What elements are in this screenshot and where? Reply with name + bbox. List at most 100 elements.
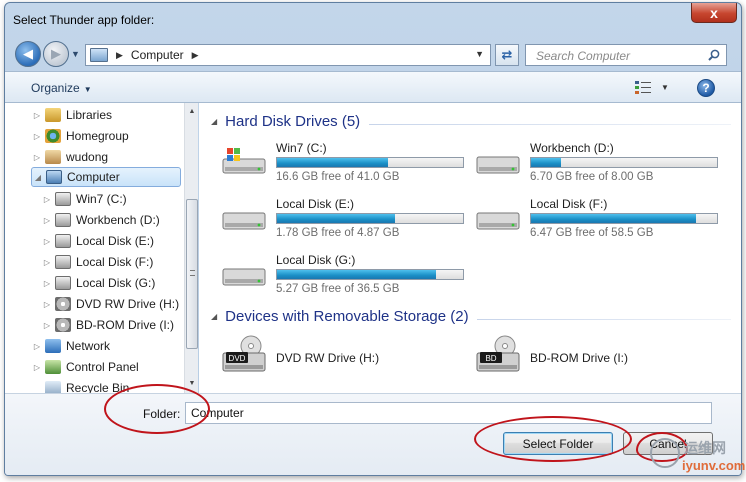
tree-item-homegroup[interactable]: ▷ Homegroup <box>31 126 129 146</box>
collapse-arrow-icon[interactable]: ◢ <box>32 173 44 182</box>
tree-item-bd-rom-i[interactable]: ▷ BD-ROM Drive (I:) <box>41 315 174 335</box>
expand-arrow-icon[interactable]: ▷ <box>41 237 53 246</box>
breadcrumb-separator-icon[interactable]: ▶ <box>116 50 123 61</box>
expand-arrow-icon[interactable]: ▷ <box>31 111 43 120</box>
drive-tile-local-disk-g[interactable]: Local Disk (G:) 5.27 GB free of 36.5 GB <box>221 251 471 301</box>
tree-item-label: Recycle Bin <box>66 381 130 393</box>
group-header-removable-storage[interactable]: ◢ Devices with Removable Storage (2) <box>211 308 469 325</box>
drive-icon <box>55 192 71 206</box>
group-header-label: Devices with Removable Storage (2) <box>225 308 469 325</box>
group-header-hard-disks[interactable]: ◢ Hard Disk Drives (5) <box>211 113 360 130</box>
dvd-drive-icon <box>55 297 71 311</box>
libraries-icon <box>45 108 61 122</box>
drive-tile-workbench-d[interactable]: Workbench (D:) 6.70 GB free of 8.00 GB <box>475 139 725 189</box>
scroll-thumb[interactable] <box>186 199 198 349</box>
tree-item-wudong[interactable]: ▷ wudong <box>31 147 108 167</box>
close-button[interactable]: x <box>691 3 737 23</box>
network-icon <box>45 339 61 353</box>
help-icon[interactable]: ? <box>697 79 715 97</box>
tree-item-local-disk-f[interactable]: ▷ Local Disk (F:) <box>41 252 153 272</box>
tree-item-label: DVD RW Drive (H:) <box>76 297 180 311</box>
navigation-pane: ▷ Libraries ▷ Homegroup ▷ wudong ◢ Computer … <box>5 103 198 393</box>
folder-field[interactable] <box>185 402 712 424</box>
drive-usage-bar <box>276 157 464 168</box>
expand-arrow-icon[interactable]: ▷ <box>31 342 43 351</box>
collapse-group-icon[interactable]: ◢ <box>211 312 217 321</box>
tree-item-label: Homegroup <box>66 129 129 143</box>
recent-pages-dropdown[interactable]: ▼ <box>71 49 80 59</box>
organize-label: Organize <box>31 81 80 95</box>
command-bar: Organize ▼ ▼ ? <box>5 71 741 103</box>
tree-item-libraries[interactable]: ▷ Libraries <box>31 105 112 125</box>
breadcrumb-separator-icon[interactable]: ▶ <box>192 50 199 61</box>
tree-item-computer[interactable]: ◢ Computer <box>31 167 181 187</box>
expand-arrow-icon[interactable]: ▷ <box>41 300 53 309</box>
drive-usage-bar <box>276 269 464 280</box>
expand-arrow-icon[interactable]: ▷ <box>41 279 53 288</box>
expand-arrow-icon[interactable]: ▷ <box>31 153 43 162</box>
tree-item-control-panel[interactable]: ▷ Control Panel <box>31 357 139 377</box>
drive-tile-local-disk-e[interactable]: Local Disk (E:) 1.78 GB free of 4.87 GB <box>221 195 471 245</box>
tree-item-recycle-bin[interactable]: Recycle Bin <box>31 378 129 393</box>
tree-item-workbench-d[interactable]: ▷ Workbench (D:) <box>41 210 160 230</box>
drive-icon <box>55 255 71 269</box>
control-panel-icon <box>45 360 61 374</box>
expand-arrow-icon[interactable]: ▷ <box>41 195 53 204</box>
back-button[interactable]: ◀ <box>15 41 41 67</box>
user-folder-icon <box>45 150 61 164</box>
drive-name: DVD RW Drive (H:) <box>276 351 380 365</box>
change-view-icon[interactable] <box>635 81 651 95</box>
homegroup-icon <box>45 129 61 143</box>
drive-icon <box>55 234 71 248</box>
tree-item-label: Control Panel <box>66 360 139 374</box>
drive-icon <box>476 156 520 174</box>
drive-tile-dvd-rw-h[interactable]: DVD DVD RW Drive (H:) <box>221 335 471 379</box>
expand-arrow-icon[interactable]: ▷ <box>41 216 53 225</box>
breadcrumb-computer[interactable]: Computer <box>131 48 184 62</box>
tree-item-win7-c[interactable]: ▷ Win7 (C:) <box>41 189 127 209</box>
drive-icon <box>222 268 266 286</box>
tree-item-label: Network <box>66 339 111 353</box>
forward-button[interactable]: ▶ <box>43 41 69 67</box>
collapse-group-icon[interactable]: ◢ <box>211 117 217 126</box>
views-dropdown-icon[interactable]: ▼ <box>661 83 669 92</box>
drive-tile-bd-rom-i[interactable]: BD BD-ROM Drive (I:) <box>475 335 725 379</box>
expand-arrow-icon[interactable]: ▷ <box>31 132 43 141</box>
scroll-up-icon[interactable]: ▲ <box>186 105 198 119</box>
expand-arrow-icon[interactable]: ▷ <box>31 363 43 372</box>
scroll-down-icon[interactable]: ▼ <box>186 377 198 391</box>
address-bar[interactable]: ▶ Computer ▶ ▼ <box>85 44 491 66</box>
address-dropdown-icon[interactable]: ▼ <box>475 49 484 59</box>
tree-item-label: Local Disk (G:) <box>76 276 156 290</box>
tree-item-local-disk-e[interactable]: ▷ Local Disk (E:) <box>41 231 154 251</box>
close-icon: x <box>710 4 718 21</box>
expand-arrow-icon[interactable]: ▷ <box>41 258 53 267</box>
title-bar: Select Thunder app folder: x <box>5 3 741 33</box>
dialog-window: Select Thunder app folder: x ◀ ▶ ▼ ▶ Com… <box>4 2 742 476</box>
refresh-button[interactable]: ⇄ <box>495 44 519 66</box>
group-header-label: Hard Disk Drives (5) <box>225 113 361 130</box>
drive-free-space: 6.70 GB free of 8.00 GB <box>530 171 654 183</box>
search-input[interactable]: Search Computer <box>536 49 630 63</box>
tree-item-network[interactable]: ▷ Network <box>31 336 110 356</box>
drive-tile-local-disk-f[interactable]: Local Disk (F:) 6.47 GB free of 58.5 GB <box>475 195 725 245</box>
drive-free-space: 16.6 GB free of 41.0 GB <box>276 171 400 183</box>
dialog-footer: Folder: Select Folder Cancel <box>5 393 741 475</box>
drive-free-space: 5.27 GB free of 36.5 GB <box>276 283 400 295</box>
drive-free-space: 1.78 GB free of 4.87 GB <box>276 227 400 239</box>
search-icon[interactable] <box>708 49 720 61</box>
computer-icon <box>90 48 108 62</box>
navigation-pane-scrollbar[interactable]: ▲ ▼ <box>184 103 198 393</box>
organize-button[interactable]: Organize ▼ <box>31 81 92 95</box>
dvd-drive-icon: DVD <box>222 335 266 372</box>
tree-item-dvd-rw-h[interactable]: ▷ DVD RW Drive (H:) <box>41 294 179 314</box>
drive-tile-win7-c[interactable]: Win7 (C:) 16.6 GB free of 41.0 GB <box>221 139 471 189</box>
svg-text:BD: BD <box>485 354 496 363</box>
select-folder-button[interactable]: Select Folder <box>503 432 613 455</box>
expand-arrow-icon[interactable]: ▷ <box>41 321 53 330</box>
search-box[interactable]: Search Computer <box>525 44 727 66</box>
drive-icon <box>55 213 71 227</box>
tree-item-local-disk-g[interactable]: ▷ Local Disk (G:) <box>41 273 155 293</box>
dvd-drive-icon <box>55 318 71 332</box>
watermark-circle-icon <box>650 438 680 468</box>
